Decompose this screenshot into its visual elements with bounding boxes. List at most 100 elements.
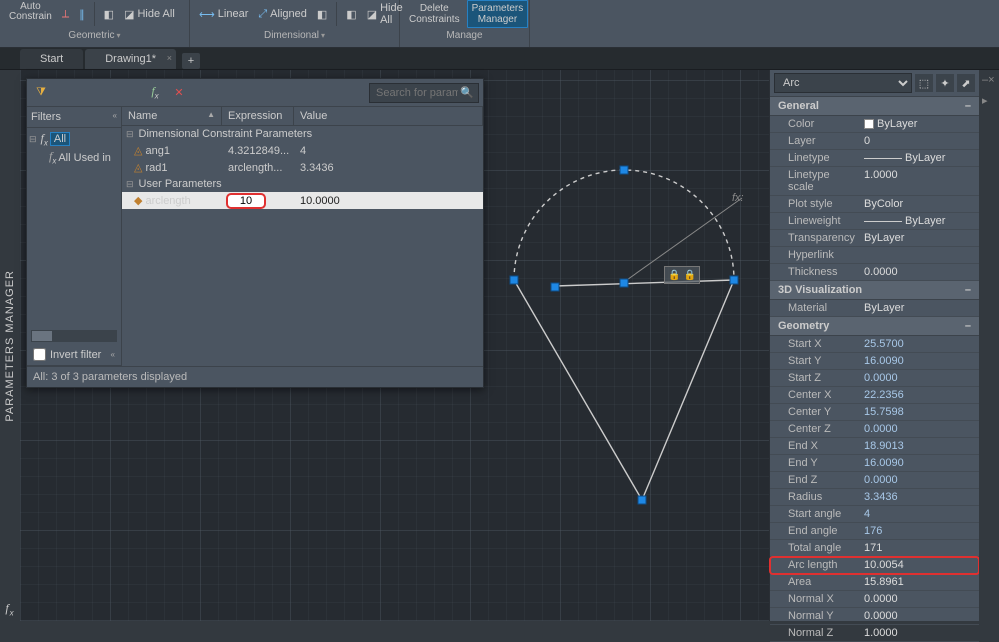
quick-select-icon[interactable]: ⬚: [915, 74, 933, 92]
tab-drawing1[interactable]: Drawing1* ×: [85, 49, 176, 69]
section-general[interactable]: General–: [770, 97, 979, 116]
prop-row[interactable]: Start Z0.0000: [770, 370, 979, 387]
document-tabs: Start Drawing1* × +: [0, 48, 999, 70]
prop-row[interactable]: Linetype ByLayer: [770, 150, 979, 167]
filters-scrollbar[interactable]: [31, 330, 117, 342]
pm-grid-header: Name▲ Expression Value: [122, 107, 483, 126]
parameters-manager-button[interactable]: Parameters Manager: [467, 0, 529, 28]
invert-filter-chevron[interactable]: «: [111, 350, 115, 359]
col-header-name[interactable]: Name▲: [122, 107, 222, 125]
search-icon[interactable]: 🔍: [460, 86, 474, 99]
prop-row[interactable]: Lineweight ByLayer: [770, 213, 979, 230]
prop-row[interactable]: Normal Z1.0000: [770, 625, 979, 642]
section-geometry[interactable]: Geometry–: [770, 317, 979, 336]
col-header-value[interactable]: Value: [294, 107, 483, 125]
prop-row[interactable]: Linetype scale1.0000: [770, 167, 979, 196]
ribbon-panel-label-geometric[interactable]: Geometric: [6, 28, 183, 43]
delete-parameter-icon[interactable]: ✕: [169, 83, 189, 103]
ribbon-group-dimensional: ⟷Linear ⤢Aligned ◧ ◧ ◪Hide All Dimension…: [190, 0, 400, 47]
col-header-expression[interactable]: Expression: [222, 107, 294, 125]
fx-annotation: fx:: [732, 192, 744, 204]
linear-button[interactable]: ⟷Linear: [196, 7, 251, 22]
prop-row[interactable]: Start angle4: [770, 506, 979, 523]
properties-panel: Arc ⬚ ✦ ⬈ General– ColorByLayerLayer0Lin…: [769, 70, 979, 621]
prop-row[interactable]: End Y16.0090: [770, 455, 979, 472]
parameters-manager-sidebar-label[interactable]: fx PARAMETERS MANAGER: [0, 70, 20, 621]
tab-start[interactable]: Start: [20, 49, 83, 69]
aligned-button[interactable]: ⤢Aligned: [255, 7, 310, 22]
lock-icon: 🔒: [668, 270, 680, 281]
new-tab-button[interactable]: +: [182, 53, 200, 69]
prop-row[interactable]: ColorByLayer: [770, 116, 979, 133]
prop-row[interactable]: Normal Y0.0000: [770, 608, 979, 625]
prop-row[interactable]: End angle176: [770, 523, 979, 540]
ribbon-panel-label-dimensional[interactable]: Dimensional: [196, 28, 393, 43]
prop-row[interactable]: End X18.9013: [770, 438, 979, 455]
ribbon-panel-label-manage: Manage: [406, 28, 523, 43]
toggle-pickadd-icon[interactable]: ✦: [936, 74, 954, 92]
pm-filters-pane: Filters « fx All fx All Used in: [27, 107, 122, 366]
prop-row[interactable]: Center Y15.7598: [770, 404, 979, 421]
grip-line-start[interactable]: [552, 284, 559, 291]
grip-center[interactable]: [621, 280, 628, 287]
prop-row[interactable]: Start Y16.0090: [770, 353, 979, 370]
invert-filter-checkbox[interactable]: [33, 348, 46, 361]
arclength-expression-input[interactable]: 10: [228, 195, 264, 207]
prop-row[interactable]: Layer0: [770, 133, 979, 150]
ribbon: Auto Constrain ⟂ ∥ ◧ ◪Hide All Geometric…: [0, 0, 999, 48]
prop-row[interactable]: End Z0.0000: [770, 472, 979, 489]
prop-row[interactable]: MaterialByLayer: [770, 300, 979, 317]
show-hide-dropdown[interactable]: ◧: [101, 7, 117, 22]
constraint-lock-badge[interactable]: 🔒 🔒: [664, 266, 700, 284]
pm-row-arclength[interactable]: ◆arclength 10 10.0000: [122, 192, 483, 209]
grip-arc-end[interactable]: [731, 277, 738, 284]
prop-row[interactable]: Area15.8961: [770, 574, 979, 591]
prop-row[interactable]: Thickness0.0000: [770, 264, 979, 281]
parameters-manager-panel: ⧩ fx ✕ 🔍 Filters «: [26, 78, 484, 388]
group-user-params[interactable]: User Parameters: [122, 176, 483, 192]
grip-apex[interactable]: [639, 497, 646, 504]
hide-all-geometric-button[interactable]: ◪Hide All: [121, 7, 178, 22]
collapse-filters-icon[interactable]: «: [113, 111, 117, 123]
pm-row[interactable]: ◬ang14.3212849...4: [122, 142, 483, 159]
prop-row[interactable]: TransparencyByLayer: [770, 230, 979, 247]
prop-row[interactable]: Plot styleByColor: [770, 196, 979, 213]
select-objects-icon[interactable]: ⬈: [957, 74, 975, 92]
prop-row[interactable]: Total angle171: [770, 540, 979, 557]
new-parameter-icon[interactable]: fx: [145, 83, 165, 103]
drawing-canvas[interactable]: ⧩ fx ✕ 🔍 Filters «: [20, 70, 769, 621]
pm-toolbar: ⧩ fx ✕ 🔍: [27, 79, 483, 107]
invert-filter-label: Invert filter: [50, 349, 101, 361]
pm-grid: Name▲ Expression Value Dimensional Const…: [122, 107, 483, 366]
ribbon-group-geometric: Auto Constrain ⟂ ∥ ◧ ◪Hide All Geometric: [0, 0, 190, 47]
prop-row[interactable]: Center Z0.0000: [770, 421, 979, 438]
geo-constraint-icon-2[interactable]: ∥: [76, 7, 88, 22]
tree-expand-icon[interactable]: [29, 133, 39, 145]
filter-tree-all[interactable]: fx All: [29, 130, 119, 148]
panel-options-icon[interactable]: ▸: [982, 94, 996, 108]
prop-row[interactable]: Start X25.5700: [770, 336, 979, 353]
geo-constraint-icon-1[interactable]: ⟂: [59, 7, 72, 22]
object-type-selector[interactable]: Arc: [774, 73, 912, 93]
lock-icon-2: 🔒: [684, 270, 696, 281]
prop-row[interactable]: Normal X0.0000: [770, 591, 979, 608]
prop-row[interactable]: Arc length10.0054: [770, 557, 979, 574]
dim-show-hide[interactable]: ◧: [343, 7, 359, 22]
delete-constraints-button[interactable]: Delete Constraints: [406, 2, 463, 26]
pm-status-bar: All: 3 of 3 parameters displayed: [27, 367, 483, 387]
group-dimensional-params[interactable]: Dimensional Constraint Parameters: [122, 126, 483, 142]
ribbon-group-manage: Delete Constraints Parameters Manager Ma…: [400, 0, 530, 47]
filter-tree-used[interactable]: fx All Used in: [29, 148, 119, 166]
grip-arc-start[interactable]: [511, 277, 518, 284]
grip-arc-mid[interactable]: [621, 167, 628, 174]
dim-icon-extra[interactable]: ◧: [314, 7, 330, 22]
prop-row[interactable]: Radius3.3436: [770, 489, 979, 506]
filter-funnel-icon[interactable]: ⧩: [31, 83, 51, 103]
panel-close-icon[interactable]: –×: [982, 74, 996, 88]
prop-row[interactable]: Hyperlink: [770, 247, 979, 264]
close-tab-icon[interactable]: ×: [167, 53, 172, 63]
prop-row[interactable]: Center X22.2356: [770, 387, 979, 404]
auto-constrain-button[interactable]: Auto Constrain: [6, 1, 55, 27]
pm-row[interactable]: ◬rad1arclength...3.3436: [122, 159, 483, 176]
section-3d-visualization[interactable]: 3D Visualization–: [770, 281, 979, 300]
